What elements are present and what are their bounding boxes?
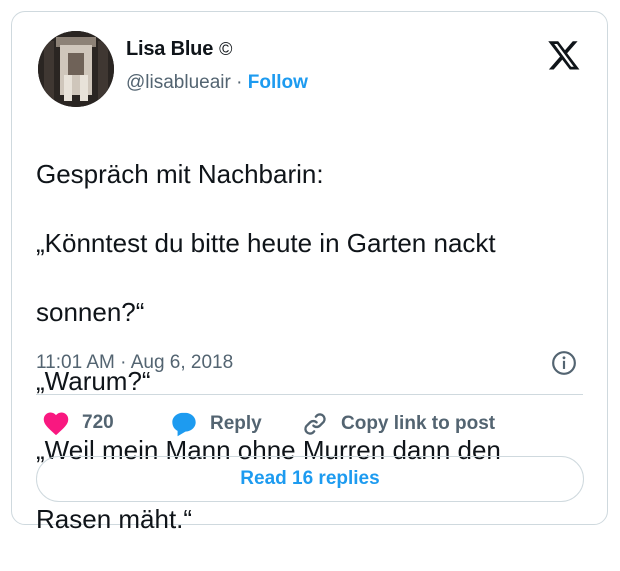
tweet-text: Gespräch mit Nachbarin: „Könntest du bit… — [36, 122, 596, 571]
author-avatar[interactable] — [38, 31, 114, 107]
handle-row: @lisablueair · Follow — [126, 72, 308, 94]
author-name[interactable]: Lisa Blue © — [126, 38, 232, 61]
like-count: 720 — [82, 412, 114, 433]
info-icon[interactable] — [551, 350, 577, 376]
read-replies-label: Read 16 replies — [240, 468, 380, 489]
action-bar: 720 Reply Copy link to post — [36, 410, 596, 440]
tweet-card: Lisa Blue © @lisablueair · Follow Gespräc… — [11, 11, 608, 534]
heart-icon — [43, 412, 69, 436]
handle-separator: · — [236, 72, 243, 93]
like-button[interactable]: 720 — [42, 410, 114, 436]
copy-link-label: Copy link to post — [341, 413, 496, 434]
copy-link-button[interactable]: Copy link to post — [301, 410, 495, 438]
author-name-text[interactable]: Lisa Blue — [126, 38, 213, 60]
read-replies-button[interactable]: Read 16 replies — [36, 456, 584, 502]
follow-button[interactable]: Follow — [248, 72, 308, 93]
divider — [36, 394, 583, 395]
tweet-line: Gespräch mit Nachbarin: — [36, 158, 324, 189]
name-mark: © — [219, 39, 233, 59]
x-logo-icon[interactable] — [547, 38, 581, 72]
reply-label: Reply — [210, 413, 262, 434]
tweet-timestamp[interactable]: 11:01 AM · Aug 6, 2018 — [36, 352, 233, 374]
author-handle[interactable]: @lisablueair — [126, 72, 231, 93]
reply-bubble-icon — [172, 412, 196, 437]
tweet-line: sonnen?“ — [36, 296, 145, 327]
reply-button[interactable]: Reply — [170, 410, 262, 438]
tweet-line: Rasen mäht.“ — [36, 503, 193, 534]
tweet-line: „Könntest du bitte heute in Garten nackt — [36, 227, 496, 258]
link-icon — [304, 413, 326, 435]
